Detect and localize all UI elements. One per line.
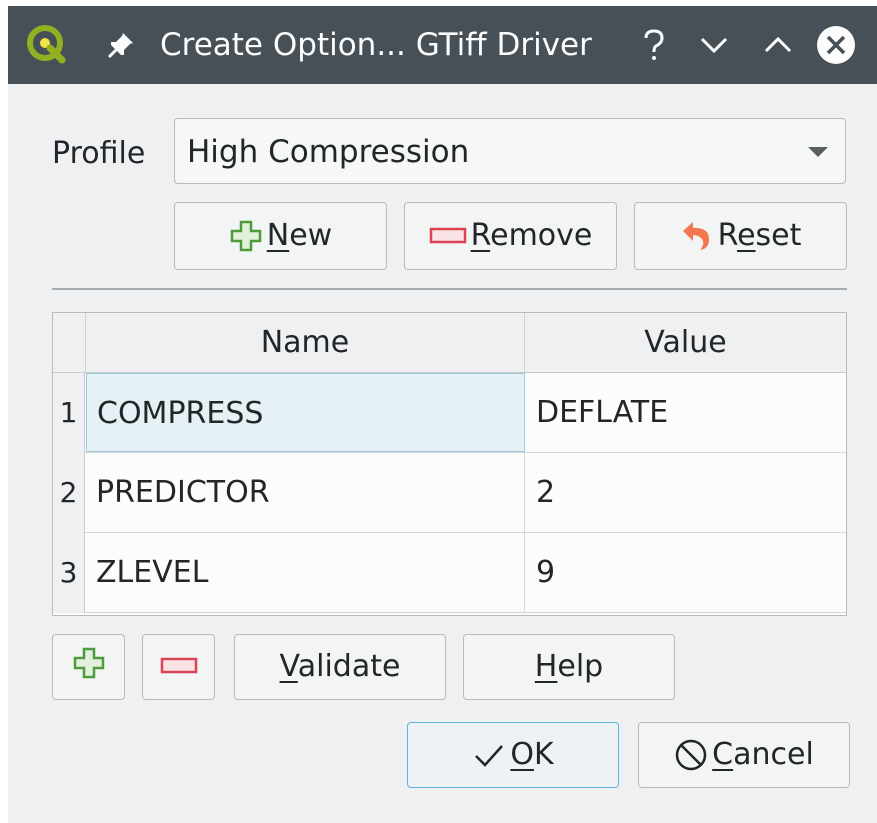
table-row[interactable]: 3 ZLEVEL 9: [53, 533, 846, 613]
window-title: Create Option... GTiff Driver: [160, 27, 592, 63]
option-value-cell[interactable]: 2: [526, 453, 846, 532]
remove-option-button[interactable]: [142, 634, 215, 700]
ok-button-label: OK: [510, 737, 554, 772]
table-row[interactable]: 1 COMPRESS DEFLATE: [53, 373, 846, 453]
minus-icon: [160, 650, 198, 685]
add-option-button[interactable]: [52, 634, 125, 700]
cancel-button[interactable]: Cancel: [638, 722, 850, 788]
ok-button[interactable]: OK: [407, 722, 619, 788]
minimize-icon[interactable]: [694, 25, 734, 65]
new-profile-button[interactable]: New: [174, 202, 387, 270]
profile-label: Profile: [52, 136, 146, 171]
row-number[interactable]: 2: [53, 453, 85, 533]
profile-combobox[interactable]: High Compression: [174, 118, 846, 184]
plus-icon: [229, 219, 263, 253]
table-header: Name Value: [53, 313, 846, 373]
remove-button-label: Remove: [470, 218, 593, 253]
row-number[interactable]: 1: [53, 373, 85, 453]
maximize-icon[interactable]: [758, 25, 798, 65]
plus-icon: [72, 646, 106, 688]
options-dialog: Create Option... GTiff Driver Profile Hi…: [8, 6, 877, 823]
option-value-cell[interactable]: 9: [526, 533, 846, 612]
undo-icon: [680, 219, 714, 253]
help-button[interactable]: Help: [463, 634, 675, 700]
column-header-value[interactable]: Value: [525, 313, 846, 373]
validate-button[interactable]: Validate: [234, 634, 446, 700]
row-number[interactable]: 3: [53, 533, 85, 613]
reset-profile-button[interactable]: Reset: [634, 202, 847, 270]
qgis-logo-icon: [26, 24, 66, 64]
profile-selected-value: High Compression: [187, 134, 470, 170]
option-name-cell[interactable]: PREDICTOR: [86, 453, 525, 532]
table-row[interactable]: 2 PREDICTOR 2: [53, 453, 846, 533]
help-button-label: Help: [534, 649, 604, 684]
validate-button-label: Validate: [279, 649, 401, 684]
chevron-down-icon: [807, 143, 829, 161]
checkmark-icon: [472, 738, 506, 772]
column-header-name[interactable]: Name: [85, 313, 525, 373]
new-button-label: New: [266, 218, 333, 253]
cancel-icon: [674, 738, 708, 772]
remove-profile-button[interactable]: Remove: [404, 202, 617, 270]
option-name-cell[interactable]: ZLEVEL: [86, 533, 525, 612]
cancel-button-label: Cancel: [712, 737, 814, 772]
close-icon[interactable]: [816, 25, 856, 65]
separator: [52, 288, 847, 290]
minus-icon: [429, 225, 467, 247]
option-value-cell[interactable]: DEFLATE: [526, 373, 846, 452]
reset-button-label: Reset: [717, 218, 802, 253]
options-table[interactable]: Name Value 1 COMPRESS DEFLATE 2 PREDICTO…: [52, 312, 847, 616]
option-name-cell[interactable]: COMPRESS: [86, 373, 525, 452]
help-icon[interactable]: [634, 25, 674, 65]
title-bar: Create Option... GTiff Driver: [8, 6, 877, 84]
pin-icon[interactable]: [106, 30, 136, 60]
